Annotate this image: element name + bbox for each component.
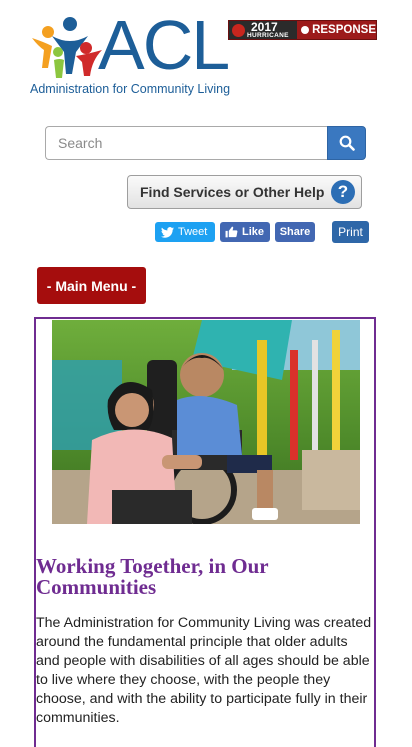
hurricane-response-banner[interactable]: 2017 HURRICANE RESPONSE <box>228 20 377 40</box>
thumbs-up-icon <box>225 226 238 238</box>
find-services-button[interactable]: Find Services or Other Help ? <box>127 175 362 209</box>
print-button[interactable]: Print <box>332 221 369 243</box>
print-label: Print <box>338 225 363 239</box>
feature-panel: Working Together, in Our Communities The… <box>34 317 376 747</box>
help-question-icon: ? <box>331 180 355 204</box>
find-services-label: Find Services or Other Help <box>140 184 325 200</box>
feature-photo-illustration <box>52 320 360 524</box>
tweet-label: Tweet <box>178 226 208 238</box>
twitter-bird-icon <box>161 226 174 238</box>
logo-subtitle: Administration for Community Living <box>30 82 231 96</box>
facebook-like-button[interactable]: Like <box>220 222 270 242</box>
acl-logo[interactable]: ACL Administration for Community Living <box>30 10 231 102</box>
hurricane-word: HURRICANE <box>247 32 289 39</box>
hurricane-swirl-icon <box>232 24 245 37</box>
main-menu-button[interactable]: - Main Menu - <box>37 267 146 304</box>
tweet-button[interactable]: Tweet <box>155 222 215 242</box>
logo-wordmark: ACL <box>98 6 230 84</box>
hurricane-response-label: RESPONSE <box>312 24 376 36</box>
hurricane-badge: 2017 HURRICANE <box>229 21 298 39</box>
feature-body: The Administration for Community Living … <box>36 615 372 726</box>
feature-title[interactable]: Working Together, in Our Communities <box>36 556 356 598</box>
search-icon <box>339 135 355 151</box>
feature-photo <box>52 320 360 524</box>
response-dot-icon <box>301 26 310 34</box>
hurricane-response-label-wrap: RESPONSE <box>297 24 376 36</box>
main-menu-label: - Main Menu - <box>46 277 137 294</box>
facebook-share-button[interactable]: Share <box>275 222 315 242</box>
like-label: Like <box>242 226 265 238</box>
search-input[interactable] <box>45 126 328 160</box>
share-label: Share <box>279 226 311 238</box>
search-button[interactable] <box>327 126 366 160</box>
